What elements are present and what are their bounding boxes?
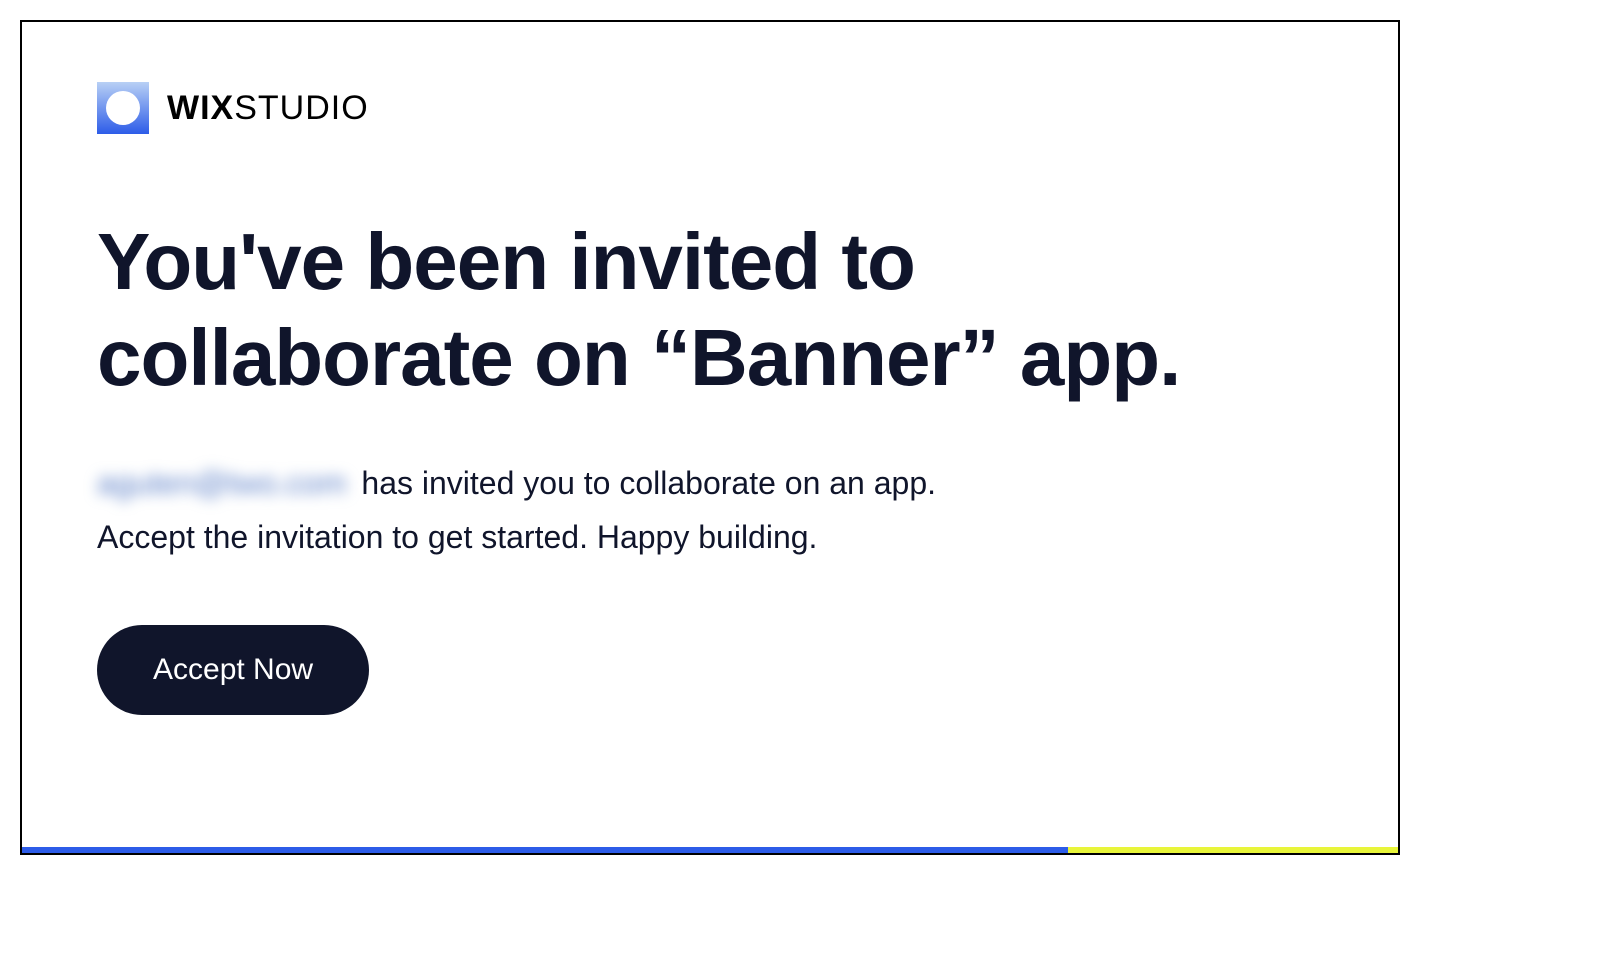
- body-line1-suffix: has invited you to collaborate on an app…: [353, 465, 937, 501]
- logo-brand-light: STUDIO: [234, 89, 368, 127]
- wix-studio-logo-icon: [97, 82, 149, 134]
- invitation-headline: You've been invited to collaborate on “B…: [97, 214, 1323, 406]
- stripe-blue: [22, 847, 1068, 853]
- invitation-email-card: WIXSTUDIO You've been invited to collabo…: [20, 20, 1400, 855]
- bottom-accent-stripe: [22, 847, 1398, 853]
- body-line2: Accept the invitation to get started. Ha…: [97, 519, 817, 555]
- invitation-body: aguten@two.com has invited you to collab…: [97, 456, 1323, 565]
- logo-text: WIXSTUDIO: [167, 89, 369, 128]
- stripe-yellow: [1068, 847, 1398, 853]
- logo-row: WIXSTUDIO: [97, 82, 1323, 134]
- logo-brand-bold: WIX: [167, 89, 234, 127]
- accept-now-button[interactable]: Accept Now: [97, 625, 369, 715]
- logo-circle-icon: [106, 91, 140, 125]
- inviter-email-blurred: aguten@two.com: [97, 456, 347, 510]
